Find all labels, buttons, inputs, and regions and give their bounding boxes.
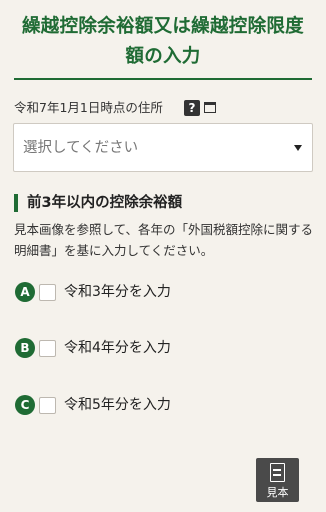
option-checkbox-reiwa4[interactable] (39, 340, 56, 357)
option-reiwa3[interactable]: A 令和3年分を入力 (15, 282, 305, 304)
option-reiwa4[interactable]: B 令和4年分を入力 (15, 338, 305, 360)
page-title: 繰越控除余裕額又は繰越控除限度 額の入力 (12, 12, 314, 72)
caret-down-icon (294, 145, 302, 151)
section-description: 見本画像を参照して、各年の「外国税額控除に関する明細書」を基に入力してください。 (14, 222, 314, 258)
option-badge-a: A (15, 282, 35, 302)
option-label-reiwa5[interactable]: 令和5年分を入力 (64, 396, 171, 414)
option-badge-c: C (15, 395, 35, 415)
section-heading-bar (14, 194, 18, 212)
document-icon (270, 463, 285, 482)
page: 繰越控除余裕額又は繰越控除限度 額の入力 令和7年1月1日時点の住所 ? 選択し… (0, 0, 326, 512)
option-reiwa5[interactable]: C 令和5年分を入力 (15, 395, 305, 417)
title-divider (14, 78, 312, 80)
section-title: 前3年以内の控除余裕額 (27, 195, 183, 211)
page-title-line2: 額の入力 (125, 46, 201, 67)
option-badge-b: B (15, 338, 35, 358)
sample-button[interactable]: 見本 (256, 458, 299, 502)
option-checkbox-reiwa5[interactable] (39, 397, 56, 414)
page-title-line1: 繰越控除余裕額又は繰越控除限度 (21, 16, 304, 37)
option-label-reiwa3[interactable]: 令和3年分を入力 (64, 283, 171, 301)
sample-button-label: 見本 (266, 486, 289, 499)
address-label: 令和7年1月1日時点の住所 (14, 100, 163, 115)
address-select-placeholder: 選択してください (23, 140, 139, 156)
help-icon[interactable]: ? (184, 100, 200, 116)
option-checkbox-reiwa3[interactable] (39, 284, 56, 301)
option-label-reiwa4[interactable]: 令和4年分を入力 (64, 339, 171, 357)
address-select[interactable]: 選択してください (13, 123, 313, 172)
external-window-icon[interactable] (204, 102, 216, 113)
